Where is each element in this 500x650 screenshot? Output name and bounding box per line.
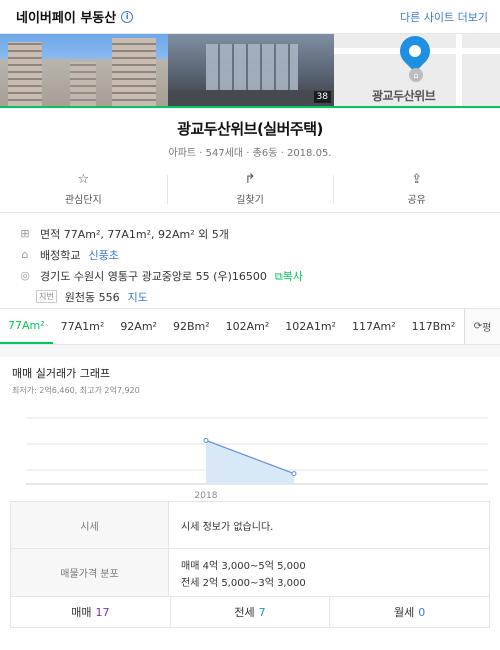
address-text: 경기도 수원시 영통구 광교중앙로 55 (우)16500 xyxy=(40,269,267,283)
share-icon: ⇪ xyxy=(411,172,423,187)
jeonse-label: 전세 xyxy=(234,606,255,619)
directions-button[interactable]: ↱ 길찾기 xyxy=(166,167,334,212)
sale-count-button[interactable]: 매매 17 xyxy=(11,597,170,627)
distribution-row: 매물가격 분포 매매 4억 3,000~5억 5,000 전세 2억 5,000… xyxy=(11,549,489,597)
school-icon: ⌂ xyxy=(21,248,29,261)
tab-117am[interactable]: 117Am² xyxy=(344,309,404,344)
graph-title: 매매 실거래가 그래프 xyxy=(12,367,111,380)
location-icon: ◎ xyxy=(20,269,30,282)
price-area xyxy=(206,440,294,484)
share-label: 공유 xyxy=(407,195,426,206)
jibun-badge: 지번 xyxy=(36,290,57,303)
copy-button[interactable]: ⧉복사 xyxy=(275,268,303,284)
building-name: 광교두산위브(실버주택) xyxy=(177,120,323,138)
address-row: ◎ 경기도 수원시 영통구 광교중앙로 55 (우)16500 ⧉복사 xyxy=(18,265,482,286)
unit-toggle-button[interactable]: ⟳ 평 xyxy=(464,309,500,344)
market-row: 시세 시세 정보가 없습니다. xyxy=(11,502,489,549)
copy-label: 복사 xyxy=(282,269,303,283)
share-button[interactable]: ⇪ 공유 xyxy=(333,167,500,212)
more-sites-link[interactable]: 다른 사이트 더보기 xyxy=(400,9,488,25)
area-tabs: 77Am² 77A1m² 92Am² 92Bm² 102Am² 102A1m² … xyxy=(0,309,500,345)
tab-92am[interactable]: 92Am² xyxy=(112,309,165,344)
info-section: ⊞ 면적 77Am², 77A1m², 92Am² 외 5개 ⌂ 배정학교 신풍… xyxy=(0,213,500,309)
jeonse-count: 7 xyxy=(258,605,266,619)
favorite-button[interactable]: ☆ 관심단지 xyxy=(0,167,167,212)
section-gap xyxy=(0,345,500,357)
school-link[interactable]: 신풍초 xyxy=(88,247,118,263)
jeonse-count-button[interactable]: 전세 7 xyxy=(169,597,330,627)
favorite-label: 관심단지 xyxy=(64,195,102,206)
tab-102a1m[interactable]: 102A1m² xyxy=(277,309,344,344)
action-bar: ☆ 관심단지 ↱ 길찾기 ⇪ 공유 xyxy=(0,167,500,213)
tab-77a1m[interactable]: 77A1m² xyxy=(53,309,113,344)
graph-subtitle: 최저가: 2억6,460, 최고가 2억7,920 xyxy=(12,386,140,395)
floorplan-icon: ⊞ xyxy=(20,227,30,240)
x-tick-label: 2018 xyxy=(195,491,218,501)
tab-117bm[interactable]: 117Bm² xyxy=(404,309,464,344)
brand[interactable]: 네이버페이 부동산 i xyxy=(16,7,134,26)
jibun-text: 원천동 556 xyxy=(64,290,120,304)
area-row: ⊞ 면적 77Am², 77A1m², 92Am² 외 5개 xyxy=(18,223,482,244)
tab-77am[interactable]: 77Am² xyxy=(0,309,53,344)
directions-icon: ↱ xyxy=(244,172,256,187)
tab-92bm[interactable]: 92Bm² xyxy=(165,309,218,344)
market-head: 시세 xyxy=(11,502,169,548)
price-point-high xyxy=(203,437,209,443)
building-photo-2[interactable]: 38 xyxy=(168,34,334,106)
building-meta: 아파트 · 547세대 · 총6동 · 2018.05. xyxy=(168,148,332,159)
price-point-low xyxy=(291,471,297,477)
price-graph-section: 매매 실거래가 그래프 최저가: 2억6,460, 최고가 2억7,920 20… xyxy=(0,357,500,501)
building-photo-1[interactable] xyxy=(0,34,168,106)
map-pin-icon xyxy=(393,34,437,73)
photo-strip: 38 ⌂ 광교두산위브 xyxy=(0,34,500,106)
map-link[interactable]: 지도 xyxy=(128,289,148,305)
school-label: 배정학교 xyxy=(40,248,81,262)
refresh-icon: ⟳ xyxy=(473,321,483,332)
sale-count: 17 xyxy=(95,605,110,619)
map-thumbnail[interactable]: ⌂ 광교두산위브 xyxy=(334,34,500,106)
price-chart: 2018 xyxy=(26,417,488,501)
brand-title: 네이버페이 부동산 xyxy=(16,11,117,26)
monthly-count: 0 xyxy=(418,605,426,619)
rent-range: 전세 2억 5,000~3억 3,000 xyxy=(181,577,306,589)
photo-count: 38 xyxy=(313,91,331,103)
building-header: 광교두산위브(실버주택) 아파트 · 547세대 · 총6동 · 2018.05… xyxy=(0,108,500,159)
map-label: 광교두산위브 xyxy=(372,89,436,103)
price-table: 시세 시세 정보가 없습니다. 매물가격 분포 매매 4억 3,000~5억 5… xyxy=(10,501,490,628)
unit-toggle-label: 평 xyxy=(482,323,492,334)
directions-label: 길찾기 xyxy=(236,195,264,206)
star-icon: ☆ xyxy=(77,172,90,187)
jibun-row: 지번 원천동 556 지도 xyxy=(18,286,482,307)
distribution-head: 매물가격 분포 xyxy=(11,549,169,596)
tab-102am[interactable]: 102Am² xyxy=(218,309,278,344)
monthly-label: 월세 xyxy=(394,606,415,619)
info-icon[interactable]: i xyxy=(121,10,134,23)
school-row: ⌂ 배정학교 신풍초 xyxy=(18,244,482,265)
sale-label: 매매 xyxy=(71,606,92,619)
listing-counts: 매매 17 전세 7 월세 0 xyxy=(11,597,489,627)
sale-range: 매매 4억 3,000~5억 5,000 xyxy=(181,560,306,572)
area-text: 면적 77Am², 77A1m², 92Am² 외 5개 xyxy=(40,227,229,241)
home-icon: ⌂ xyxy=(409,68,423,82)
market-value: 시세 정보가 없습니다. xyxy=(181,521,274,533)
monthly-count-button[interactable]: 월세 0 xyxy=(329,597,489,627)
top-bar: 네이버페이 부동산 i 다른 사이트 더보기 xyxy=(0,0,500,34)
